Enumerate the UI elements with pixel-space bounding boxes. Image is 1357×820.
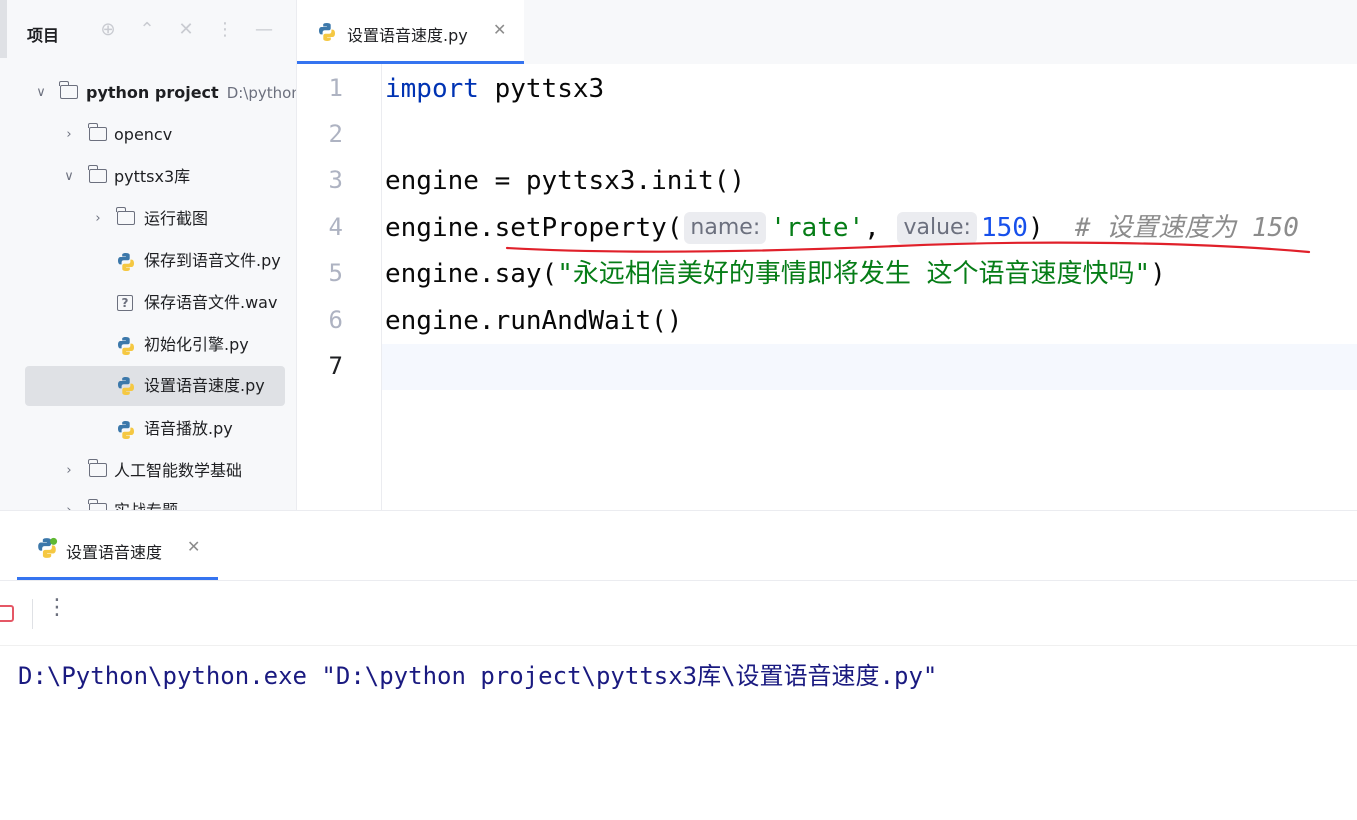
tree-item-projects[interactable]: › 实战专题 bbox=[0, 494, 296, 510]
close-icon[interactable]: ✕ bbox=[187, 537, 200, 556]
more-vertical-icon[interactable]: ⋮ bbox=[46, 595, 68, 620]
tree-item-file[interactable]: 保存到语音文件.py bbox=[0, 244, 296, 278]
tree-item-pyttsx3[interactable]: ∨ pyttsx3库 bbox=[0, 160, 296, 194]
tree-item-label: 人工智能数学基础 bbox=[114, 461, 243, 480]
close-icon[interactable]: ✕ bbox=[493, 20, 506, 39]
more-vertical-icon[interactable]: ⋮ bbox=[214, 19, 236, 41]
folder-icon bbox=[116, 207, 135, 225]
tree-item-label: opencv bbox=[114, 125, 173, 144]
tree-item-label: 语音播放.py bbox=[144, 419, 233, 438]
sidebar-title: 项目 bbox=[27, 26, 60, 45]
python-file-icon bbox=[118, 253, 134, 271]
tree-item-label: 设置语音速度.py bbox=[144, 376, 265, 395]
run-toolbar: ⋮ bbox=[0, 581, 1357, 645]
line-number: 3 bbox=[328, 166, 343, 194]
toolbar-separator bbox=[32, 599, 33, 629]
chevron-right-icon[interactable]: › bbox=[61, 454, 77, 488]
folder-icon bbox=[88, 499, 107, 510]
chevron-down-icon[interactable]: ∨ bbox=[33, 76, 49, 110]
python-file-icon bbox=[319, 23, 335, 41]
code-keyword: import bbox=[385, 74, 479, 104]
line-number: 2 bbox=[328, 120, 343, 148]
tree-item-path-hint: D:\python bbox=[226, 84, 297, 102]
code-string: 'rate' bbox=[770, 213, 865, 243]
line-number: 4 bbox=[328, 213, 343, 241]
code-line-3[interactable]: engine = pyttsx3.init() bbox=[385, 158, 745, 204]
code-text: , bbox=[864, 213, 896, 243]
hide-icon[interactable]: — bbox=[253, 19, 275, 41]
code-string: "永远相信美好的事情即将发生 这个语音速度快吗" bbox=[557, 259, 1151, 289]
tree-item-opencv[interactable]: › opencv bbox=[0, 118, 296, 152]
tree-item-label: python project bbox=[86, 83, 219, 102]
tree-item-label: 实战专题 bbox=[114, 494, 178, 510]
tree-item-label: 运行截图 bbox=[144, 209, 209, 228]
run-panel: 设置语音速度 ✕ ⋮ D:\Python\python.exe "D:\pyth… bbox=[0, 510, 1357, 820]
chevron-down-icon[interactable]: ∨ bbox=[61, 160, 77, 194]
line-number: 6 bbox=[328, 306, 343, 334]
python-run-icon bbox=[38, 537, 58, 558]
tree-item-python-project[interactable]: ∨ python project D:\python bbox=[0, 76, 296, 110]
python-file-icon bbox=[118, 337, 134, 355]
tree-item-ai-math[interactable]: › 人工智能数学基础 bbox=[0, 454, 296, 488]
run-tab-label: 设置语音速度 bbox=[66, 543, 163, 562]
editor-tab-active[interactable]: 设置语音速度.py ✕ bbox=[297, 0, 524, 64]
chevron-right-icon[interactable]: › bbox=[61, 494, 77, 510]
tree-item-label: 初始化引擎.py bbox=[144, 335, 249, 354]
run-tab-active[interactable]: 设置语音速度 ✕ bbox=[17, 511, 218, 580]
collapse-all-icon[interactable]: ✕ bbox=[175, 19, 197, 41]
locate-icon[interactable]: ⊕ bbox=[97, 19, 119, 41]
tree-item-file[interactable]: 初始化引擎.py bbox=[0, 328, 296, 362]
code-text: engine.setProperty( bbox=[385, 213, 683, 243]
stop-icon[interactable] bbox=[0, 605, 14, 622]
project-sidebar: 项目 ⊕ ⌃ ✕ ⋮ — ∨ python project D:\python ›… bbox=[0, 0, 297, 510]
python-file-icon bbox=[118, 377, 134, 395]
line-number: 5 bbox=[328, 259, 343, 287]
tree-item-file[interactable]: 语音播放.py bbox=[0, 412, 296, 446]
code-line-1[interactable]: import pyttsx3 bbox=[385, 66, 604, 112]
tree-item-label: pyttsx3库 bbox=[114, 167, 191, 186]
tree-item-file-selected[interactable]: 设置语音速度.py bbox=[25, 366, 285, 406]
code-text: ) bbox=[1150, 259, 1166, 289]
sidebar-header: 项目 ⊕ ⌃ ✕ ⋮ — bbox=[0, 0, 296, 64]
code-line-6[interactable]: engine.runAndWait() bbox=[385, 298, 682, 344]
python-file-icon bbox=[118, 421, 134, 439]
tree-item-label: 保存到语音文件.py bbox=[144, 251, 281, 270]
code-comment: # 设置速度为 150 bbox=[1074, 213, 1299, 243]
code-text: engine = pyttsx3.init() bbox=[385, 166, 746, 196]
code-line-4[interactable]: engine.setProperty(name:'rate', value: 15… bbox=[385, 205, 1299, 251]
tree-item-label: 保存语音文件.wav bbox=[144, 293, 278, 312]
expand-all-icon[interactable]: ⌃ bbox=[136, 19, 158, 41]
code-text: engine.runAndWait() bbox=[385, 306, 683, 336]
param-hint-value: value: bbox=[897, 212, 977, 244]
tree-item-file[interactable]: ? 保存语音文件.wav bbox=[0, 286, 296, 320]
current-line-highlight bbox=[297, 344, 1357, 390]
code-editor: 设置语音速度.py ✕ 1 2 3 4 5 6 7 import pyttsx3… bbox=[297, 0, 1357, 510]
folder-icon bbox=[88, 459, 107, 477]
editor-tab-bar: 设置语音速度.py ✕ bbox=[297, 0, 1357, 64]
console-output-line: D:\Python\python.exe "D:\python project\… bbox=[18, 662, 938, 690]
code-text: ) bbox=[1027, 213, 1075, 243]
code-line-5[interactable]: engine.say("永远相信美好的事情即将发生 这个语音速度快吗") bbox=[385, 251, 1166, 297]
tree-item-screenshots[interactable]: › 运行截图 bbox=[0, 202, 296, 236]
code-text: pyttsx3 bbox=[478, 74, 605, 104]
line-number-active: 7 bbox=[328, 352, 343, 380]
code-number: 150 bbox=[980, 213, 1028, 243]
folder-icon bbox=[88, 165, 107, 183]
line-number-gutter: 1 2 3 4 5 6 7 bbox=[297, 64, 382, 510]
folder-icon bbox=[88, 123, 107, 141]
param-hint-name: name: bbox=[684, 212, 767, 244]
chevron-right-icon[interactable]: › bbox=[61, 118, 77, 152]
divider bbox=[0, 645, 1357, 646]
chevron-right-icon[interactable]: › bbox=[90, 202, 106, 236]
unknown-file-icon: ? bbox=[117, 295, 133, 311]
code-text: engine.say( bbox=[385, 259, 558, 289]
folder-icon bbox=[59, 81, 78, 99]
line-number: 1 bbox=[328, 74, 343, 102]
editor-tab-label: 设置语音速度.py bbox=[347, 26, 468, 45]
